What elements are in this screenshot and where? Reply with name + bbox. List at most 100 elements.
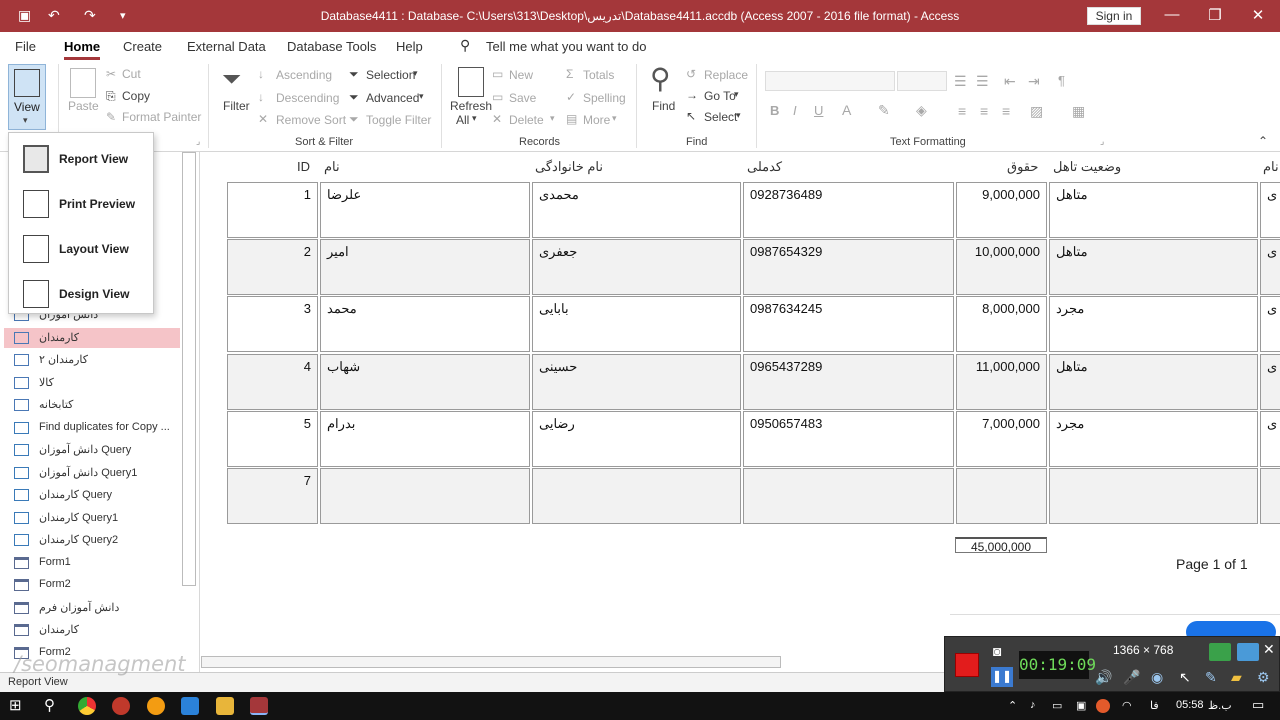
nav-item-query[interactable]: کارمندان Query2 <box>4 530 180 550</box>
go-to-button[interactable]: Go To <box>704 89 736 103</box>
close-icon[interactable]: ✕ <box>1246 6 1270 24</box>
cell-extra[interactable]: ی <box>1260 239 1280 296</box>
cell-national-code[interactable]: 0950657483 <box>743 410 954 467</box>
align-center-icon[interactable]: ≡ <box>980 103 988 119</box>
record-app-icon[interactable] <box>112 697 130 715</box>
redo-icon[interactable]: ↷ <box>84 7 96 24</box>
cell-name[interactable]: محمد <box>320 296 530 353</box>
horizontal-scrollbar[interactable] <box>201 656 781 668</box>
align-left-icon[interactable]: ≡ <box>958 103 966 119</box>
cell-name[interactable] <box>320 468 530 524</box>
cell-name[interactable]: بدرام <box>320 410 530 467</box>
view-button[interactable]: View ▾ <box>8 64 46 130</box>
microphone-icon[interactable]: 🎤 <box>1123 669 1140 686</box>
cut-button[interactable]: Cut <box>122 67 141 81</box>
recorder-green-icon[interactable] <box>1209 643 1231 661</box>
totals-button[interactable]: Totals <box>583 68 614 82</box>
delete-record-button[interactable]: Delete <box>509 113 544 127</box>
menu-item-report-view[interactable]: Report View <box>9 139 153 179</box>
menu-item-design-view[interactable]: Design View <box>9 274 153 314</box>
cell-id[interactable]: 1 <box>227 182 318 238</box>
numbering-icon[interactable]: ☰ <box>976 73 989 90</box>
cell-id[interactable]: 7 <box>227 468 318 524</box>
remove-sort-button[interactable]: Remove Sort <box>276 113 346 127</box>
font-name-select[interactable] <box>765 71 895 91</box>
cell-national-code[interactable]: 0965437289 <box>743 353 954 410</box>
bold-icon[interactable]: B <box>770 103 779 118</box>
settings-icon[interactable]: ⚙ <box>1257 669 1270 686</box>
sign-in-button[interactable]: Sign in <box>1087 7 1141 25</box>
alternate-row-color-icon[interactable]: ▨ <box>1030 103 1043 120</box>
menu-item-print-preview[interactable]: Print Preview <box>9 184 153 224</box>
folder-icon[interactable]: ▰ <box>1231 669 1242 686</box>
file-explorer-icon[interactable] <box>216 697 234 715</box>
tray-display-icon[interactable]: ▣ <box>1076 699 1086 712</box>
tab-create[interactable]: Create <box>123 39 162 54</box>
nav-item-query[interactable]: دانش آموزان Query1 <box>4 463 180 483</box>
cell-name[interactable]: شهاب <box>320 353 530 410</box>
nav-item-query[interactable]: کارمندان Query1 <box>4 508 180 528</box>
new-record-button[interactable]: New <box>509 68 533 82</box>
nav-item-form[interactable]: Form2 <box>4 575 180 595</box>
paragraph-direction-icon[interactable]: ¶ <box>1058 73 1065 88</box>
cell-salary[interactable]: 8,000,000 <box>956 296 1047 353</box>
webcam-icon[interactable]: ◉ <box>1151 669 1163 686</box>
cell-salary[interactable]: 9,000,000 <box>956 182 1047 238</box>
toggle-filter-button[interactable]: Toggle Filter <box>366 113 431 127</box>
font-size-select[interactable] <box>897 71 947 91</box>
cell-id[interactable]: 3 <box>227 296 318 353</box>
cell-id[interactable]: 4 <box>227 353 318 410</box>
cell-marital-status[interactable]: متاهل <box>1049 182 1258 238</box>
cell-salary[interactable]: 10,000,000 <box>956 239 1047 296</box>
cell-name[interactable]: امیر <box>320 239 530 296</box>
cell-family[interactable]: حسینی <box>532 353 741 410</box>
menu-item-layout-view[interactable]: Layout View <box>9 229 153 269</box>
select-button[interactable]: Select <box>704 110 737 124</box>
access-app-icon[interactable] <box>250 697 268 715</box>
cell-id[interactable]: 5 <box>227 410 318 467</box>
tray-mic-icon[interactable]: ♪ <box>1030 699 1036 711</box>
save-icon[interactable]: ▣ <box>18 7 31 24</box>
cell-salary[interactable]: 7,000,000 <box>956 410 1047 467</box>
cell-name[interactable]: علرضا <box>320 182 530 238</box>
cell-family[interactable]: محمدی <box>532 182 741 238</box>
italic-icon[interactable]: I <box>793 103 797 118</box>
nav-item-form[interactable]: Form1 <box>4 553 180 573</box>
cell-family[interactable]: جعفری <box>532 239 741 296</box>
recorder-minimize-icon[interactable] <box>1237 643 1259 661</box>
gridlines-icon[interactable]: ▦ <box>1072 103 1085 120</box>
customize-quick-access-icon[interactable]: ▾ <box>120 9 126 22</box>
recorder-close-icon[interactable]: ✕ <box>1263 641 1275 658</box>
pause-icon[interactable]: ❚❚ <box>991 667 1013 687</box>
nav-item-table[interactable]: کارمندان <box>4 327 180 348</box>
copy-button[interactable]: Copy <box>122 89 150 103</box>
cell-extra[interactable]: ی <box>1260 296 1280 353</box>
refresh-all-button[interactable]: Refresh <box>450 99 492 113</box>
browser-icon[interactable] <box>147 697 165 715</box>
cell-marital-status[interactable] <box>1049 468 1258 524</box>
cell-marital-status[interactable]: مجرد <box>1049 296 1258 353</box>
nav-item-form[interactable]: دانش آموزان فرم <box>4 598 180 618</box>
cell-id[interactable]: 2 <box>227 239 318 296</box>
cell-national-code[interactable] <box>743 468 954 524</box>
nav-item-query[interactable]: کارمندان Query <box>4 485 180 505</box>
tray-wifi-icon[interactable]: ◠ <box>1122 699 1132 712</box>
tab-home[interactable]: Home <box>64 39 101 60</box>
taskbar-language[interactable]: فا <box>1150 699 1159 712</box>
ascending-button[interactable]: Ascending <box>276 68 332 82</box>
tab-external-data[interactable]: External Data <box>187 39 266 54</box>
spelling-button[interactable]: Spelling <box>583 91 626 105</box>
cell-family[interactable]: بابایی <box>532 296 741 353</box>
nav-item-table[interactable]: کالا <box>4 373 180 393</box>
font-color-icon[interactable]: A <box>842 102 851 118</box>
clipboard-launcher-icon[interactable]: ⌟ <box>196 136 200 147</box>
more-button[interactable]: More <box>583 113 610 127</box>
cursor-icon[interactable]: ↖ <box>1179 669 1191 686</box>
nav-item-query[interactable]: Find duplicates for Copy ... <box>4 418 180 438</box>
cell-extra[interactable]: ی <box>1260 353 1280 410</box>
taskbar-time[interactable]: 05:58 <box>1176 699 1204 711</box>
underline-icon[interactable]: U <box>814 103 823 118</box>
tell-me-input[interactable]: Tell me what you want to do <box>486 39 646 54</box>
paste-button[interactable]: Paste <box>68 99 99 113</box>
tray-alert-icon[interactable] <box>1096 699 1110 713</box>
